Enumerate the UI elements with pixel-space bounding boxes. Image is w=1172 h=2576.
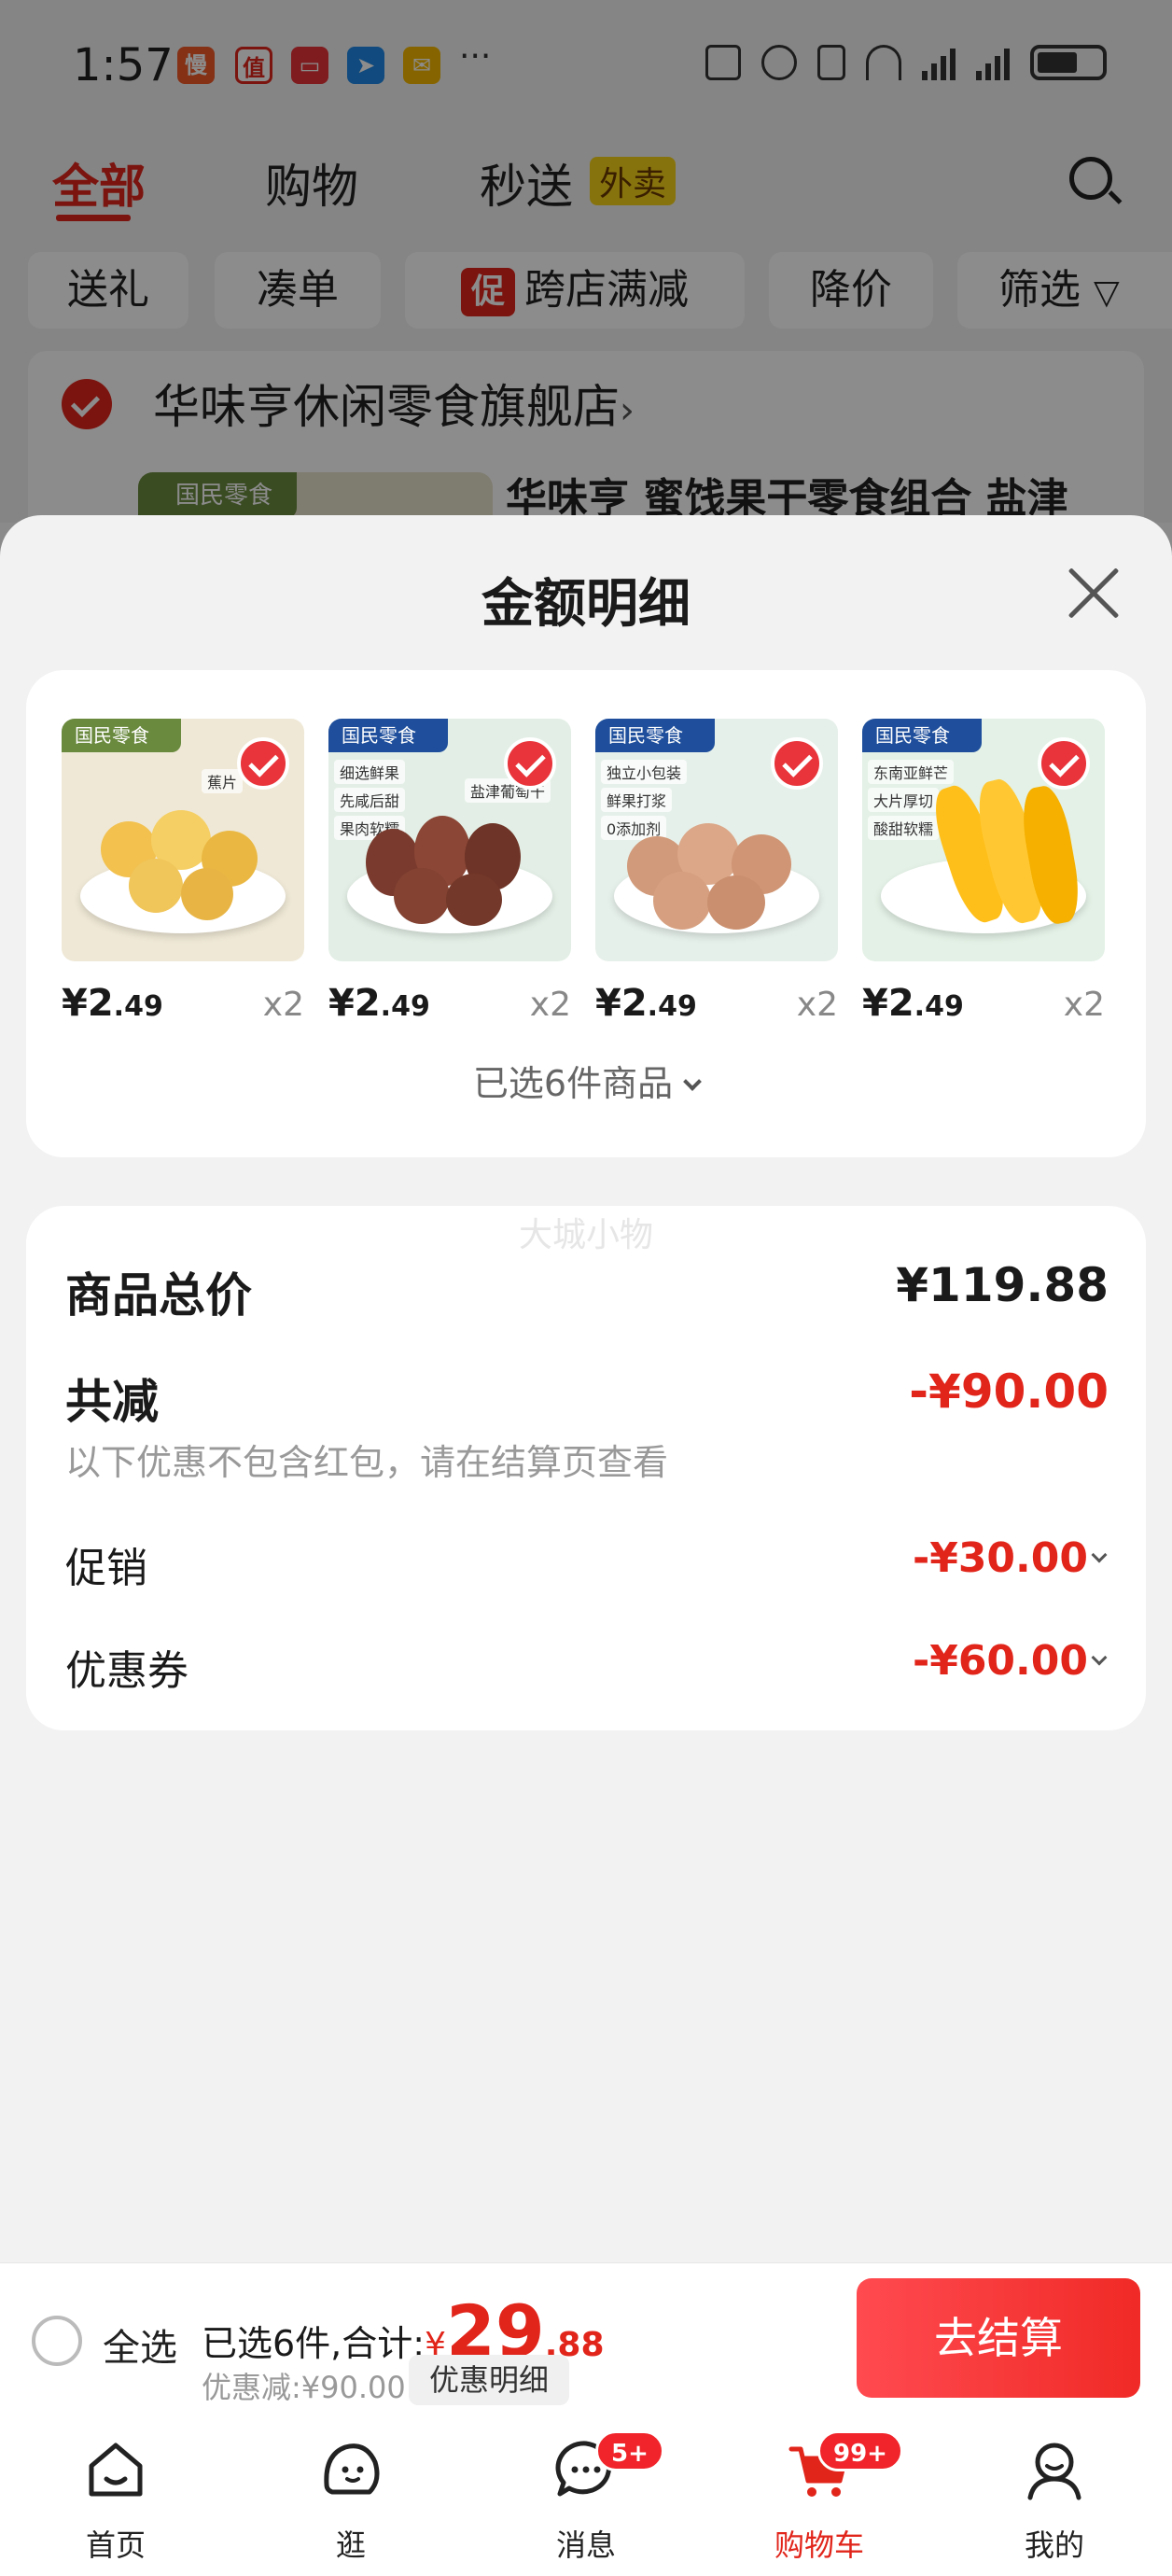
price-int: ¥2 [595,982,648,1025]
product-check-icon[interactable] [1038,737,1090,790]
product-check-icon[interactable] [771,737,823,790]
product-brand: 国民零食 [595,719,715,752]
summary-prefix: 已选6件,合计: [202,2323,426,2364]
selected-count-toggle[interactable]: 已选6件商品 [26,1055,1146,1106]
browse-face-icon [324,2443,380,2495]
product-image: 国民零食 东南亚鲜芒 大片厚切 酸甜软糯 [862,719,1105,961]
product-brand: 国民零食 [862,719,982,752]
discount-note: 以下优惠不包含红包，请在结算页查看 [65,1442,669,1483]
product-tag: 独立小包装 [601,760,688,784]
product-item[interactable]: 国民零食 蕉片 ¥2.49 x2 [62,719,304,1027]
product-qty: x2 [262,986,304,1024]
price-dec: .49 [647,990,697,1023]
product-check-icon[interactable] [504,737,556,790]
discount-summary: 优惠减:¥90.00 [202,2370,406,2405]
product-qty: x2 [796,986,838,1024]
nav-home-label: 首页 [85,2527,146,2563]
product-brand: 国民零食 [62,719,181,752]
product-price: ¥2.49 [595,982,697,1025]
bottom-nav: 首页 逛 5+ 消息 99+ 购物车 我的 [0,2419,1172,2576]
selected-count-label: 已选6件商品 [472,1063,674,1104]
price-int: ¥2 [328,982,381,1025]
total-label: 商品总价 [65,1268,252,1323]
coupon-value[interactable]: -¥60.00 [913,1637,1088,1685]
raisin [446,874,502,926]
coupon-label: 优惠券 [65,1647,188,1695]
price-dec: .49 [914,990,964,1023]
total-value: ¥119.88 [896,1258,1109,1312]
checkout-button[interactable]: 去结算 [857,2278,1140,2398]
banana-chip [181,868,233,920]
product-item[interactable]: 国民零食 细选鲜果 先咸后甜 果肉软糯 盐津葡萄干 ¥2.49 x2 [328,719,571,1027]
promo-value[interactable]: -¥30.00 [913,1534,1088,1582]
selected-products-card: 国民零食 蕉片 ¥2.49 x2 国民零食 细选鲜果 先咸后甜 果肉软糯 盐津葡… [26,670,1146,1157]
promo-label: 促销 [65,1545,147,1592]
product-tag: 酸甜软糯 [868,816,940,840]
product-tag: 鲜果打浆 [601,788,673,812]
product-price: ¥2.49 [62,982,163,1025]
product-check-icon[interactable] [237,737,289,790]
background-page: 1:57 慢 值 ▭ ➤ ✉ ··· 全部 购物 秒送 外卖 送礼 凑单 促跨店… [0,0,1172,538]
price-dec: .49 [380,990,430,1023]
nav-messages-label: 消息 [555,2527,616,2563]
product-price: ¥2.49 [862,982,964,1025]
close-icon[interactable] [1064,564,1123,623]
price-int: ¥2 [62,982,114,1025]
watermark: 大城小物 [518,1216,653,1254]
discount-detail-button[interactable]: 优惠明细 [409,2355,570,2405]
chevron-down-icon [683,1072,702,1091]
product-tag: 东南亚鲜芒 [868,760,955,784]
nav-mine-label: 我的 [1024,2527,1084,2563]
nav-home[interactable]: 首页 [22,2419,209,2576]
product-tag: 细选鲜果 [334,760,406,784]
banana-chip [129,859,183,913]
product-qty: x2 [1063,986,1105,1024]
product-qty: x2 [529,986,571,1024]
nav-mine[interactable]: 我的 [961,2419,1148,2576]
product-brand: 国民零食 [328,719,448,752]
nav-browse[interactable]: 逛 [258,2419,444,2576]
fruit-disc [707,875,765,930]
select-all-label[interactable]: 全选 [103,2317,177,2372]
fruit-disc [653,872,711,930]
checkout-bar: 全选 已选6件,合计:¥29.88 优惠减:¥90.00 优惠明细 去结算 [0,2262,1172,2419]
price-dec: .49 [113,990,163,1023]
nav-cart[interactable]: 99+ 购物车 [726,2419,913,2576]
product-item[interactable]: 国民零食 东南亚鲜芒 大片厚切 酸甜软糯 ¥2.49 x2 [862,719,1105,1027]
raisin [394,868,450,924]
product-image: 国民零食 细选鲜果 先咸后甜 果肉软糯 盐津葡萄干 [328,719,571,961]
nav-cart-label: 购物车 [774,2527,864,2563]
price-summary-card: 大城小物 商品总价 ¥119.88 共减 -¥90.00 以下优惠不包含红包，请… [26,1206,1146,1730]
product-item[interactable]: 国民零食 独立小包装 鲜果打浆 0添加剂 ¥2.49 x2 [595,719,838,1027]
nav-messages[interactable]: 5+ 消息 [493,2419,679,2576]
price-int: ¥2 [862,982,914,1025]
product-price: ¥2.49 [328,982,430,1025]
product-tag: 先咸后甜 [334,788,406,812]
select-all-radio[interactable] [32,2316,82,2366]
discount-label: 共减 [65,1375,159,1429]
sheet-title: 金额明细 [481,574,691,635]
amount-detail-sheet: 金额明细 国民零食 蕉片 ¥2.49 x2 国民零食 细选鲜果 先咸后甜 果肉软… [0,515,1172,2262]
profile-icon [1027,2443,1081,2500]
dim-overlay[interactable] [0,0,1172,523]
coupon-chevron-icon[interactable] [1091,1649,1108,1666]
messages-badge: 5+ [595,2430,664,2471]
product-tag: 大片厚切 [868,788,940,812]
nav-browse-label: 逛 [335,2527,366,2563]
product-image: 国民零食 独立小包装 鲜果打浆 0添加剂 [595,719,838,961]
home-icon [89,2443,143,2497]
promo-chevron-icon[interactable] [1091,1547,1108,1563]
cart-badge: 99+ [817,2430,903,2471]
product-tag: 蕉片 [202,769,244,793]
product-image: 国民零食 蕉片 [62,719,304,961]
discount-value: -¥90.00 [909,1365,1109,1419]
